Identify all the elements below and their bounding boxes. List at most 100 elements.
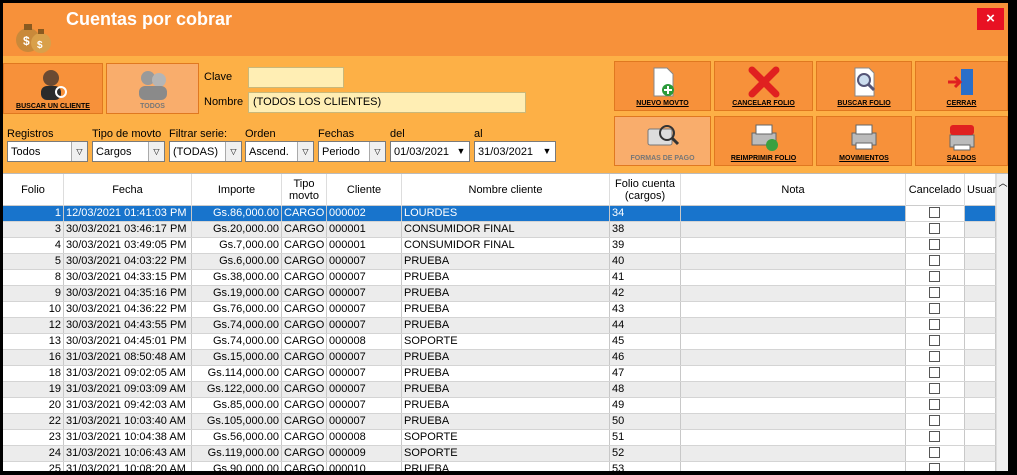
col-fecha-header[interactable]: Fecha — [64, 174, 192, 206]
tipo-movto-select[interactable]: Cargos ▽ — [92, 141, 165, 162]
col-cliente-header[interactable]: Cliente — [327, 174, 402, 206]
clave-field[interactable] — [248, 67, 344, 88]
exit-door-icon — [947, 69, 973, 95]
cell-cliente: 000007 — [327, 318, 402, 333]
table-row[interactable]: 22 31/03/2021 10:03:40 AM Gs.105,000.00 … — [3, 414, 996, 430]
cell-fecha: 31/03/2021 10:06:43 AM — [64, 446, 192, 461]
reimprimir-folio-button[interactable]: REIMPRIMIR FOLIO — [714, 116, 813, 166]
search-document-icon — [854, 67, 876, 97]
table-row[interactable]: 1 12/03/2021 01:41:03 PM Gs.86,000.00 CA… — [3, 206, 996, 222]
table-row[interactable]: 12 30/03/2021 04:43:55 PM Gs.74,000.00 C… — [3, 318, 996, 334]
cancelado-checkbox[interactable] — [929, 367, 940, 378]
toolbar: BUSCAR UN CLIENTE TODOS Clave Nombre (TO… — [3, 56, 1008, 173]
printer-icon — [851, 124, 877, 150]
money-bags-icon: $ $ — [16, 24, 51, 53]
table-row[interactable]: 9 30/03/2021 04:35:16 PM Gs.19,000.00 CA… — [3, 286, 996, 302]
cell-folio-cuenta: 49 — [610, 398, 681, 413]
cell-fecha: 31/03/2021 09:03:09 AM — [64, 382, 192, 397]
fecha-al-picker[interactable]: 31/03/2021 ▼ — [474, 141, 556, 162]
registros-select[interactable]: Todos ▽ — [7, 141, 88, 162]
cancelado-checkbox[interactable] — [929, 255, 940, 266]
fecha-del-picker[interactable]: 01/03/2021 ▼ — [390, 141, 470, 162]
table-row[interactable]: 3 30/03/2021 03:46:17 PM Gs.20,000.00 CA… — [3, 222, 996, 238]
cell-importe: Gs.114,000.00 — [192, 366, 282, 381]
buscar-cliente-button[interactable]: BUSCAR UN CLIENTE — [3, 63, 103, 114]
col-folio-cuenta-header[interactable]: Folio cuenta (cargos) — [610, 174, 681, 206]
movimientos-button[interactable]: MOVIMIENTOS — [816, 116, 912, 166]
cancelado-checkbox[interactable] — [929, 319, 940, 330]
fechas-value: Periodo — [322, 146, 360, 158]
col-folio-header[interactable]: Folio — [3, 174, 64, 206]
col-nombre-header[interactable]: Nombre cliente — [402, 174, 610, 206]
cell-cancelado — [906, 302, 965, 317]
cell-folio-cuenta: 45 — [610, 334, 681, 349]
cell-importe: Gs.19,000.00 — [192, 286, 282, 301]
cell-folio: 16 — [3, 350, 64, 365]
cancelado-checkbox[interactable] — [929, 447, 940, 458]
cancelado-checkbox[interactable] — [929, 271, 940, 282]
cell-cancelado — [906, 286, 965, 301]
fecha-del-value: 01/03/2021 — [394, 146, 450, 158]
formas-de-pago-button[interactable]: FORMAS DE PAGO — [614, 116, 711, 166]
table-row[interactable]: 13 30/03/2021 04:45:01 PM Gs.74,000.00 C… — [3, 334, 996, 350]
cell-fecha: 30/03/2021 03:46:17 PM — [64, 222, 192, 237]
cell-importe: Gs.86,000.00 — [192, 206, 282, 221]
col-nota-header[interactable]: Nota — [681, 174, 906, 206]
table-row[interactable]: 4 30/03/2021 03:49:05 PM Gs.7,000.00 CAR… — [3, 238, 996, 254]
cancelado-checkbox[interactable] — [929, 383, 940, 394]
registros-value: Todos — [11, 146, 41, 158]
cancelado-checkbox[interactable] — [929, 287, 940, 298]
table-row[interactable]: 18 31/03/2021 09:02:05 AM Gs.114,000.00 … — [3, 366, 996, 382]
cell-folio: 22 — [3, 414, 64, 429]
cuentas-table[interactable]: Folio Fecha Importe Tipo movto Cliente N… — [3, 173, 1008, 471]
col-cancelado-header[interactable]: Cancelado — [906, 174, 965, 206]
cancelar-folio-button[interactable]: CANCELAR FOLIO — [714, 61, 813, 111]
cancel-x-icon — [748, 66, 779, 98]
cancelado-checkbox[interactable] — [929, 415, 940, 426]
table-row[interactable]: 10 30/03/2021 04:36:22 PM Gs.76,000.00 C… — [3, 302, 996, 318]
cancelado-checkbox[interactable] — [929, 335, 940, 346]
formas-de-pago-label: FORMAS DE PAGO — [630, 155, 695, 162]
table-row[interactable]: 25 31/03/2021 10:08:20 AM Gs.90,000.00 C… — [3, 462, 996, 471]
cancelado-checkbox[interactable] — [929, 207, 940, 218]
buscar-folio-button[interactable]: BUSCAR FOLIO — [816, 61, 912, 111]
col-importe-header[interactable]: Importe — [192, 174, 282, 206]
saldos-button[interactable]: SALDOS — [915, 116, 1008, 166]
table-row[interactable]: 20 31/03/2021 09:42:03 AM Gs.85,000.00 C… — [3, 398, 996, 414]
cell-nombre: PRUEBA — [402, 286, 610, 301]
cancelado-checkbox[interactable] — [929, 223, 940, 234]
serie-value: (TODAS) — [173, 146, 219, 158]
tipo-movto-value: Cargos — [96, 146, 132, 158]
table-row[interactable]: 16 31/03/2021 08:50:48 AM Gs.15,000.00 C… — [3, 350, 996, 366]
orden-select[interactable]: Ascend. ▽ — [245, 141, 314, 162]
cell-fecha: 30/03/2021 03:49:05 PM — [64, 238, 192, 253]
nuevo-movto-button[interactable]: NUEVO MOVTO — [614, 61, 711, 111]
cancelado-checkbox[interactable] — [929, 239, 940, 250]
cancelado-checkbox[interactable] — [929, 351, 940, 362]
cell-nombre: SOPORTE — [402, 334, 610, 349]
cancelado-checkbox[interactable] — [929, 431, 940, 442]
table-row[interactable]: 8 30/03/2021 04:33:15 PM Gs.38,000.00 CA… — [3, 270, 996, 286]
col-usuario-header[interactable]: Usuari — [965, 174, 999, 206]
cancelado-checkbox[interactable] — [929, 399, 940, 410]
nombre-field[interactable]: (TODOS LOS CLIENTES) — [248, 92, 526, 113]
cell-nombre: SOPORTE — [402, 446, 610, 461]
fechas-select[interactable]: Periodo ▽ — [318, 141, 386, 162]
scroll-up-icon[interactable]: ︿ — [998, 176, 1008, 189]
chevron-down-icon: ▽ — [369, 142, 385, 161]
cell-importe: Gs.90,000.00 — [192, 462, 282, 471]
vertical-scrollbar[interactable]: ︿ — [996, 174, 1008, 471]
cell-fecha: 30/03/2021 04:35:16 PM — [64, 286, 192, 301]
todos-button[interactable]: TODOS — [106, 63, 199, 114]
table-row[interactable]: 19 31/03/2021 09:03:09 AM Gs.122,000.00 … — [3, 382, 996, 398]
col-tipo-header[interactable]: Tipo movto — [282, 174, 327, 206]
cancelado-checkbox[interactable] — [929, 303, 940, 314]
cell-folio-cuenta: 46 — [610, 350, 681, 365]
table-row[interactable]: 23 31/03/2021 10:04:38 AM Gs.56,000.00 C… — [3, 430, 996, 446]
cancelado-checkbox[interactable] — [929, 463, 940, 471]
close-button[interactable]: × — [977, 8, 1004, 30]
cerrar-button[interactable]: CERRAR — [915, 61, 1008, 111]
table-row[interactable]: 5 30/03/2021 04:03:22 PM Gs.6,000.00 CAR… — [3, 254, 996, 270]
serie-select[interactable]: (TODAS) ▽ — [169, 141, 242, 162]
table-row[interactable]: 24 31/03/2021 10:06:43 AM Gs.119,000.00 … — [3, 446, 996, 462]
